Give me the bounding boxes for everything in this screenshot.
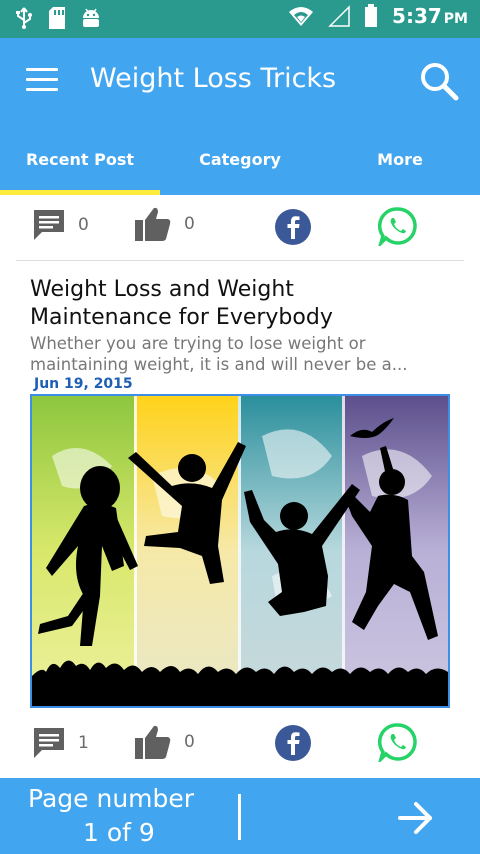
- post-comment-count: 1: [78, 733, 89, 753]
- android-icon: [83, 8, 99, 27]
- tab-category[interactable]: Category: [160, 138, 320, 195]
- hamburger-menu-icon[interactable]: [26, 68, 58, 92]
- post-image[interactable]: [30, 394, 450, 708]
- post-excerpt: Whether you are trying to lose weight or…: [30, 333, 460, 375]
- tab-recent-post[interactable]: Recent Post: [0, 138, 160, 195]
- post-excerpt-line2: maintaining weight, it is and will never…: [30, 355, 408, 374]
- like-button[interactable]: 0: [134, 206, 195, 242]
- app-title: Weight Loss Tricks: [90, 63, 337, 94]
- clock-time: 5:37: [392, 4, 442, 28]
- comment-button[interactable]: 0: [32, 208, 89, 242]
- app-bar: Weight Loss Tricks Recent Post Category …: [0, 38, 480, 195]
- post-title-line2: Maintenance for Everybody: [30, 305, 333, 330]
- comment-count: 0: [78, 215, 89, 235]
- divider: [16, 260, 464, 261]
- arrow-right-icon[interactable]: [396, 798, 436, 838]
- usb-icon: [16, 7, 32, 29]
- post-like-count: 0: [184, 732, 195, 752]
- facebook-icon[interactable]: [274, 724, 312, 762]
- post-excerpt-line1: Whether you are trying to lose weight or: [30, 334, 366, 353]
- post-date: Jun 19, 2015: [34, 376, 133, 392]
- facebook-icon[interactable]: [274, 208, 312, 246]
- thumbs-up-icon: [135, 207, 171, 241]
- signal-icon: [328, 5, 350, 27]
- tab-bar: Recent Post Category More: [0, 138, 480, 195]
- page-count: 1 of 9: [83, 818, 155, 847]
- like-count: 0: [184, 214, 195, 234]
- whatsapp-icon[interactable]: [378, 206, 418, 246]
- status-bar: 5:37 PM: [0, 0, 480, 38]
- tab-more[interactable]: More: [320, 138, 480, 195]
- post-title-line1: Weight Loss and Weight: [30, 277, 294, 302]
- search-icon[interactable]: [418, 60, 460, 102]
- pagination-divider: [238, 794, 241, 840]
- comment-icon: [34, 210, 64, 240]
- post-like-button[interactable]: 0: [134, 724, 195, 760]
- active-tab-indicator: [0, 190, 160, 195]
- post-actions-top: 0 0: [0, 196, 480, 256]
- thumbs-up-icon: [135, 725, 171, 759]
- post-actions: 1 0: [0, 712, 480, 772]
- post-title[interactable]: Weight Loss and Weight Maintenance for E…: [30, 276, 460, 332]
- clock-ampm: PM: [443, 11, 468, 27]
- post-comment-button[interactable]: 1: [32, 726, 89, 760]
- jumping-people-image: [32, 396, 448, 706]
- clock: 5:37 PM: [392, 4, 468, 28]
- pagination-bar: Page number 1 of 9: [0, 778, 480, 854]
- battery-icon: [365, 4, 378, 27]
- page-number-label: Page number: [28, 784, 195, 813]
- wifi-icon: [289, 7, 314, 26]
- sd-card-icon: [49, 7, 65, 29]
- comment-icon: [34, 728, 64, 758]
- whatsapp-icon[interactable]: [378, 722, 418, 762]
